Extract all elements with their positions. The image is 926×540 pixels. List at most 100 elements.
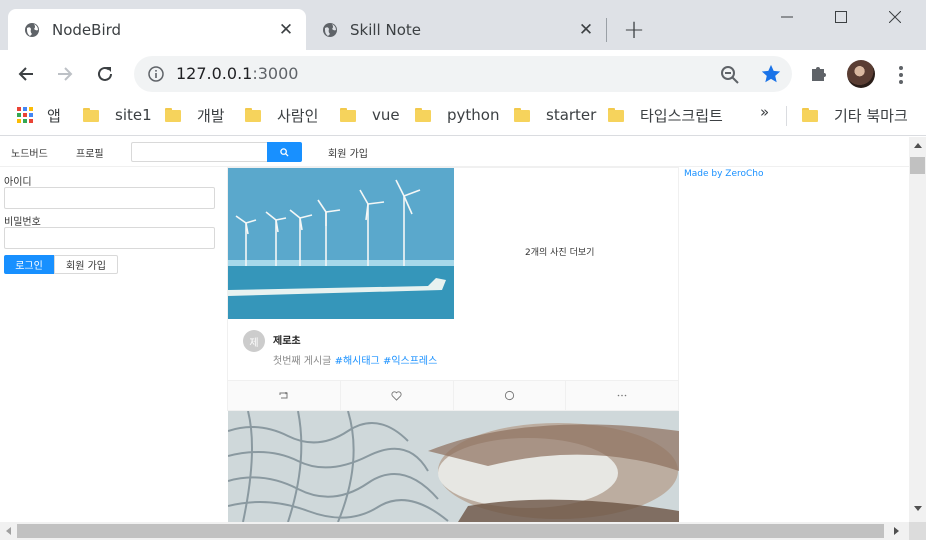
post-image[interactable] [228, 411, 679, 522]
login-form: 아이디 비밀번호 로그인 회원 가입 [4, 173, 216, 274]
bookmark-label: 개발 [197, 106, 225, 125]
scrollbar-corner [909, 522, 926, 540]
scroll-left-arrow-icon[interactable] [4, 526, 13, 536]
reload-button[interactable] [91, 60, 119, 88]
more-photos-link[interactable]: 2개의 사진 더보기 [525, 245, 594, 258]
globe-icon [322, 22, 338, 38]
scroll-up-arrow-icon[interactable] [913, 141, 922, 150]
bookmarks-separator [786, 106, 787, 126]
menu-profile-link[interactable]: 프로필 [76, 145, 104, 160]
login-button[interactable]: 로그인 [4, 255, 54, 274]
post-actions [228, 380, 678, 410]
address-bar[interactable]: 127.0.0.1:3000 [134, 56, 792, 92]
folder-icon [802, 108, 818, 122]
back-button[interactable] [12, 60, 40, 88]
folder-icon [83, 108, 99, 122]
bookmark-folder-other[interactable]: 기타 북마크 [802, 103, 908, 127]
bookmark-label: site1 [115, 106, 152, 124]
page-viewport: 노드버드 프로필 회원 가입 아이디 비밀번호 로그인 회원 가입 2개의 사진… [0, 137, 909, 522]
login-button-group: 로그인 회원 가입 [4, 255, 216, 274]
forward-button[interactable] [51, 60, 79, 88]
bookmark-folder-dev[interactable]: 개발 [165, 103, 225, 127]
menu-signup-link[interactable]: 회원 가입 [328, 145, 368, 160]
url-host: 127.0.0.1 [176, 64, 253, 83]
signup-button[interactable]: 회원 가입 [54, 255, 118, 274]
comment-icon [504, 390, 514, 401]
site-top-menu: 노드버드 프로필 회원 가입 [0, 137, 909, 167]
password-label: 비밀번호 [4, 217, 41, 228]
made-by-link[interactable]: Made by ZeroCho [684, 169, 764, 179]
post-text: 첫번째 게시글 [273, 356, 335, 367]
ellipsis-icon [617, 394, 627, 397]
zoom-out-icon[interactable] [720, 65, 740, 85]
vertical-scrollbar[interactable] [909, 137, 926, 522]
arrow-left-icon [18, 67, 33, 81]
bookmark-folder-python[interactable]: python [415, 103, 499, 127]
bookmarks-overflow-button[interactable]: » [760, 103, 769, 121]
tab-separator [606, 18, 607, 42]
profile-avatar[interactable] [847, 60, 875, 88]
scroll-down-arrow-icon[interactable] [913, 504, 922, 513]
folder-icon [514, 108, 530, 122]
bookmark-label: 타입스크립트 [640, 106, 723, 125]
bookmark-star-icon[interactable] [760, 63, 782, 85]
folder-icon [340, 108, 356, 122]
close-tab-icon[interactable]: ✕ [274, 18, 298, 42]
like-button[interactable] [341, 381, 454, 410]
bookmark-label: python [447, 106, 500, 124]
folder-icon [608, 108, 624, 122]
more-vertical-icon[interactable] [893, 63, 909, 87]
bookmark-folder-typescript[interactable]: 타입스크립트 [608, 103, 723, 127]
retweet-button[interactable] [228, 381, 341, 410]
heart-icon [391, 390, 402, 401]
bookmark-label: vue [372, 106, 400, 124]
info-icon[interactable] [148, 66, 164, 82]
search-button[interactable] [267, 142, 302, 162]
id-label: 아이디 [4, 177, 32, 188]
vertical-scroll-thumb[interactable] [910, 157, 925, 174]
url-text[interactable]: 127.0.0.1:3000 [176, 64, 298, 83]
post-card: 2개의 사진 더보기 제 제로초 첫번째 게시글 #해시태그 #익스프레스 [227, 167, 679, 411]
more-options-button[interactable] [566, 381, 678, 410]
post-image[interactable] [228, 168, 454, 319]
author-name[interactable]: 제로초 [273, 332, 301, 347]
bookmark-apps[interactable]: 앱 [17, 103, 61, 127]
tab-skill-note[interactable]: Skill Note ✕ [306, 9, 606, 50]
puzzle-icon[interactable] [808, 63, 832, 87]
bookmark-label: 사람인 [277, 106, 319, 125]
wind-turbines-image [228, 168, 454, 319]
bookmark-folder-vue[interactable]: vue [340, 103, 400, 127]
bookmark-folder-saramin[interactable]: 사람인 [245, 103, 318, 127]
close-tab-icon[interactable]: ✕ [574, 18, 598, 42]
hashtag-link[interactable]: #익스프레스 [383, 356, 437, 367]
password-input[interactable] [4, 227, 215, 249]
minimize-button[interactable] [764, 0, 810, 34]
menu-home-link[interactable]: 노드버드 [11, 145, 48, 160]
hashtag-link[interactable]: #해시태그 [335, 356, 380, 367]
author-avatar[interactable]: 제 [243, 330, 265, 352]
arrow-right-icon [58, 67, 73, 81]
new-tab-button[interactable]: + [621, 17, 647, 43]
tab-title: Skill Note [350, 20, 421, 39]
bookmark-folder-site1[interactable]: site1 [83, 103, 152, 127]
close-window-button[interactable] [872, 0, 918, 34]
bookmarks-bar: 앱 site1 개발 사람인 vue python starter 타입스크립트… [0, 97, 926, 136]
search-icon [280, 147, 289, 157]
comment-button[interactable] [454, 381, 567, 410]
post-content: 첫번째 게시글 #해시태그 #익스프레스 [273, 352, 437, 367]
search-input[interactable] [131, 142, 268, 162]
id-input[interactable] [4, 187, 215, 209]
scroll-right-arrow-icon[interactable] [892, 526, 901, 536]
folder-icon [245, 108, 261, 122]
horizontal-scroll-thumb[interactable] [17, 524, 884, 538]
folder-icon [415, 108, 431, 122]
url-port: :3000 [252, 64, 299, 83]
bookmark-folder-starter[interactable]: starter [514, 103, 596, 127]
apps-grid-icon [17, 107, 33, 123]
globe-icon [24, 22, 40, 38]
browser-toolbar: 127.0.0.1:3000 [0, 50, 926, 97]
tab-nodebird[interactable]: NodeBird ✕ [8, 9, 306, 50]
maximize-button[interactable] [818, 0, 864, 34]
horizontal-scrollbar[interactable] [0, 522, 909, 540]
tab-strip: NodeBird ✕ Skill Note ✕ + [0, 0, 926, 50]
